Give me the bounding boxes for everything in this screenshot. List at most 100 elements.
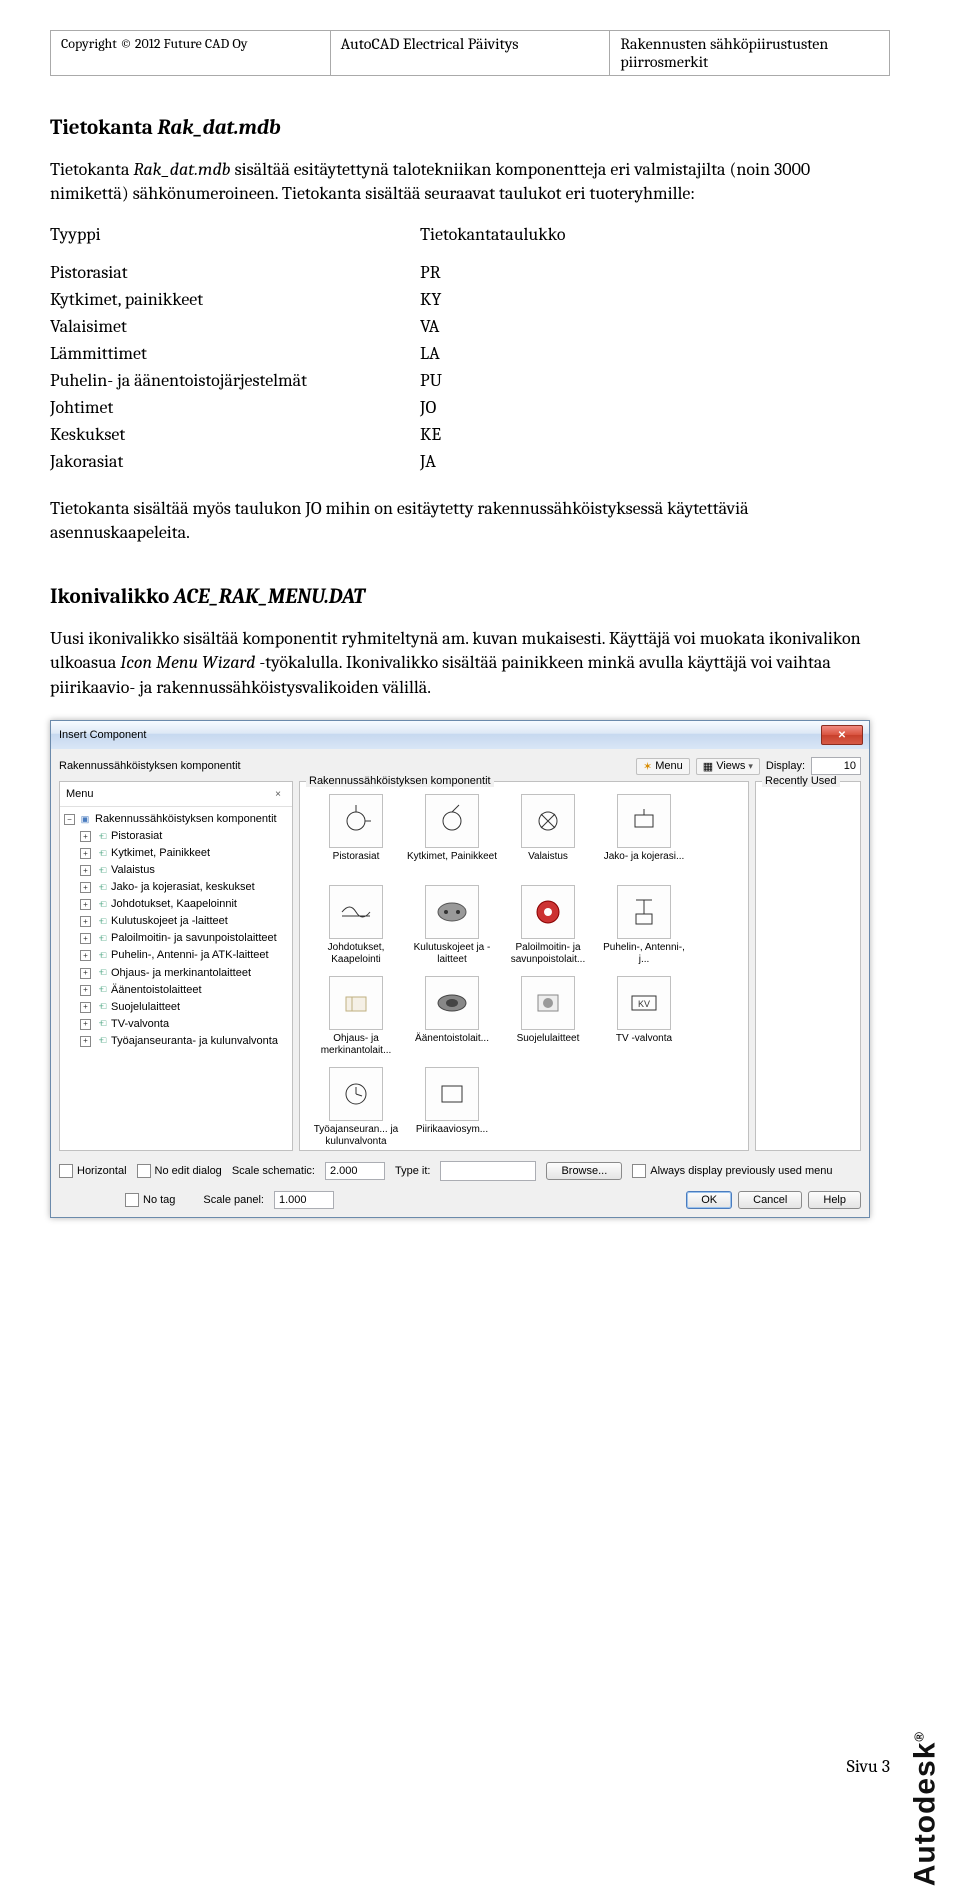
help-button[interactable]: Help	[808, 1191, 861, 1209]
menu-tree-panel: Menu × − ▣ Rakennussähköistyksen kompone…	[59, 781, 293, 1151]
alarm-icon	[528, 892, 568, 932]
icon-item[interactable]: Piirikaaviosym...	[406, 1067, 498, 1148]
table-row: PistorasiatPR	[50, 259, 566, 286]
tree-item[interactable]: +Puhelin-, Antenni- ja ATK-laitteet	[62, 947, 290, 964]
expand-icon[interactable]: +	[80, 899, 91, 910]
table-row: LämmittimetLA	[50, 340, 566, 367]
autodesk-logo: Autodesk®	[908, 1731, 942, 1886]
icon-item[interactable]: KVTV -valvonta	[598, 976, 690, 1057]
tree-item[interactable]: +Kulutuskojeet ja -laitteet	[62, 913, 290, 930]
expand-icon[interactable]: +	[80, 985, 91, 996]
icon-item[interactable]: Äänentoistolait...	[406, 976, 498, 1057]
section-title-ikonivalikko: Ikonivalikko ACE_RAK_MENU.DAT	[50, 585, 890, 609]
menu-panel-title: Menu	[66, 788, 94, 800]
expand-icon[interactable]: +	[80, 882, 91, 893]
cancel-button[interactable]: Cancel	[738, 1191, 802, 1209]
panel-close-button[interactable]: ×	[270, 786, 286, 802]
expand-icon[interactable]: +	[80, 933, 91, 944]
table-row: JohtimetJO	[50, 394, 566, 421]
tree-item[interactable]: +Ohjaus- ja merkinantolaitteet	[62, 965, 290, 982]
tree-item[interactable]: +Kytkimet, Painikkeet	[62, 845, 290, 862]
views-dropdown[interactable]: ▦ Views	[696, 758, 760, 775]
grid-icon: ▦	[703, 760, 713, 773]
expand-icon[interactable]: +	[80, 848, 91, 859]
icon-item[interactable]: Suojelulaitteet	[502, 976, 594, 1057]
icon-item[interactable]: Johdotukset, Kaapelointi	[310, 885, 402, 966]
component-icon	[94, 1035, 108, 1047]
dialog-titlebar[interactable]: Insert Component ✕	[51, 721, 869, 749]
icon-grid-panel: Rakennussähköistyksen komponentit Pistor…	[299, 781, 749, 1151]
component-icon	[94, 848, 108, 860]
component-icon	[94, 984, 108, 996]
tree-item[interactable]: +Paloilmoitin- ja savunpoistolaitteet	[62, 930, 290, 947]
tree-item[interactable]: +Johdotukset, Kaapeloinnit	[62, 896, 290, 913]
expand-icon[interactable]: +	[80, 1002, 91, 1013]
type-table: Tyyppi Tietokantataulukko PistorasiatPR …	[50, 221, 566, 475]
recent-panel-title: Recently Used	[762, 775, 840, 787]
header-left: Copyright © 2012 Future CAD Oy	[51, 31, 331, 76]
icon-item[interactable]: Pistorasiat	[310, 794, 402, 875]
component-icon	[94, 831, 108, 843]
no-edit-checkbox[interactable]: No edit dialog	[137, 1164, 222, 1178]
component-icon	[94, 950, 108, 962]
always-display-checkbox[interactable]: Always display previously used menu	[632, 1164, 832, 1178]
kv-icon: KV	[624, 983, 664, 1023]
no-tag-checkbox[interactable]: No tag	[125, 1193, 175, 1207]
dialog-title: Insert Component	[59, 729, 146, 741]
speaker-icon	[432, 983, 472, 1023]
lamp-icon	[528, 801, 568, 841]
icon-item[interactable]: Työajanseuran... ja kulunvalvonta	[310, 1067, 402, 1148]
menu-button[interactable]: ✶ Menu	[636, 758, 690, 775]
collapse-icon[interactable]: −	[64, 814, 75, 825]
expand-icon[interactable]: +	[80, 865, 91, 876]
ok-button[interactable]: OK	[686, 1191, 732, 1209]
section2-paragraph1: Uusi ikonivalikko sisältää komponentit r…	[50, 627, 890, 700]
section1-paragraph1: Tietokanta Rak_dat.mdb sisältää esitäyte…	[50, 158, 890, 207]
box-icon	[624, 801, 664, 841]
svg-text:KV: KV	[638, 999, 650, 1009]
icon-item[interactable]: Valaistus	[502, 794, 594, 875]
icon-item[interactable]: Jako- ja kojerasi...	[598, 794, 690, 875]
header-right: Rakennusten sähköpiirustusten piirrosmer…	[610, 31, 890, 76]
tree-item[interactable]: +TV-valvonta	[62, 1016, 290, 1033]
folder-icon: ▣	[78, 814, 92, 826]
close-button[interactable]: ✕	[821, 725, 863, 745]
main-panel-title: Rakennussähköistyksen komponentit	[306, 775, 494, 787]
expand-icon[interactable]: +	[80, 968, 91, 979]
tree-item[interactable]: +Jako- ja kojerasiat, keskukset	[62, 879, 290, 896]
tree-item[interactable]: +Työajanseuranta- ja kulunvalvonta	[62, 1033, 290, 1050]
horizontal-checkbox[interactable]: Horizontal	[59, 1164, 127, 1178]
dialog-screenshot: Insert Component ✕ Rakennussähköistyksen…	[50, 720, 890, 1218]
tree-item[interactable]: +Pistorasiat	[62, 828, 290, 845]
expand-icon[interactable]: +	[80, 1036, 91, 1047]
recently-used-panel: Recently Used	[755, 781, 861, 1151]
header-center: AutoCAD Electrical Päivitys	[330, 31, 610, 76]
component-icon	[94, 865, 108, 877]
plug-icon	[432, 892, 472, 932]
expand-icon[interactable]: +	[80, 950, 91, 961]
component-icon	[94, 933, 108, 945]
section1-paragraph2: Tietokanta sisältää myös taulukon JO mih…	[50, 497, 890, 546]
scale-panel-input[interactable]	[274, 1191, 334, 1209]
table-row: Kytkimet, painikkeetKY	[50, 286, 566, 313]
tree-item[interactable]: +Valaistus	[62, 862, 290, 879]
icon-item[interactable]: Paloilmoitin- ja savunpoistolait...	[502, 885, 594, 966]
tree-item[interactable]: +Äänentoistolaitteet	[62, 982, 290, 999]
icon-item[interactable]: Puhelin-, Antenni-, j...	[598, 885, 690, 966]
browse-button[interactable]: Browse...	[546, 1162, 622, 1180]
tree-root[interactable]: − ▣ Rakennussähköistyksen komponentit	[62, 811, 290, 828]
component-icon	[94, 916, 108, 928]
expand-icon[interactable]: +	[80, 831, 91, 842]
star-icon: ✶	[643, 760, 652, 773]
close-icon: ✕	[838, 730, 846, 741]
expand-icon[interactable]: +	[80, 1019, 91, 1030]
icon-item[interactable]: Kytkimet, Painikkeet	[406, 794, 498, 875]
type-it-input[interactable]	[440, 1161, 536, 1181]
scale-schematic-input[interactable]	[325, 1162, 385, 1180]
tree-item[interactable]: +Suojelulaitteet	[62, 999, 290, 1016]
icon-item[interactable]: Kulutuskojeet ja -laitteet	[406, 885, 498, 966]
table-row: Puhelin- ja äänentoistojärjestelmätPU	[50, 367, 566, 394]
expand-icon[interactable]: +	[80, 916, 91, 927]
display-input[interactable]	[811, 757, 861, 775]
icon-item[interactable]: Ohjaus- ja merkinantolait...	[310, 976, 402, 1057]
